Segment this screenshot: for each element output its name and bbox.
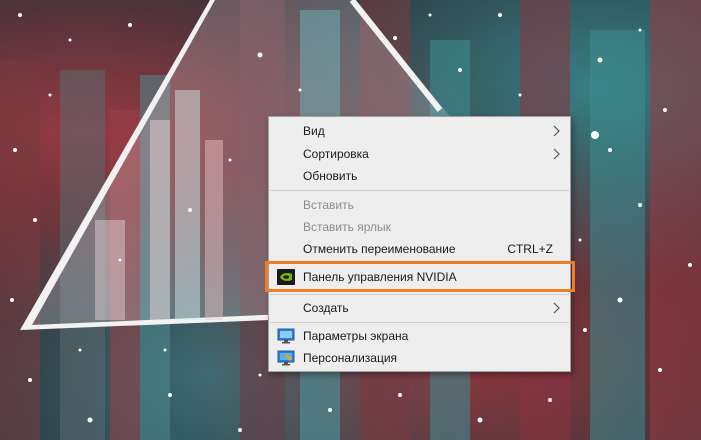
menu-item-display-settings[interactable]: Параметры экрана xyxy=(269,325,570,347)
menu-item-label: Вид xyxy=(303,124,325,138)
menu-item-label: Сортировка xyxy=(303,147,369,161)
menu-item-paste: Вставить xyxy=(269,194,570,216)
menu-item-shortcut: CTRL+Z xyxy=(507,242,553,256)
display-settings-icon xyxy=(277,328,295,344)
highlight-box xyxy=(265,261,575,292)
chevron-right-icon xyxy=(553,148,560,160)
personalization-icon xyxy=(277,350,295,366)
menu-item-new[interactable]: Создать xyxy=(269,297,570,319)
menu-item-refresh[interactable]: Обновить xyxy=(269,165,570,187)
menu-item-label: Персонализация xyxy=(303,351,398,365)
menu-separator xyxy=(270,190,569,191)
chevron-right-icon xyxy=(553,125,560,137)
menu-item-undo-rename[interactable]: Отменить переименование CTRL+Z xyxy=(269,238,570,260)
menu-item-label: Создать xyxy=(303,301,349,315)
menu-item-label: Вставить ярлык xyxy=(303,220,391,234)
menu-item-label: Параметры экрана xyxy=(303,329,409,343)
menu-item-sort[interactable]: Сортировка xyxy=(269,143,570,165)
menu-item-label: Обновить xyxy=(303,169,358,183)
menu-item-view[interactable]: Вид xyxy=(269,120,570,142)
menu-item-paste-shortcut: Вставить ярлык xyxy=(269,216,570,238)
menu-separator xyxy=(270,322,569,323)
desktop-context-menu: Вид Сортировка Обновить Вставить Вставит… xyxy=(268,116,571,372)
menu-item-label: Отменить переименование xyxy=(303,242,456,256)
menu-separator xyxy=(270,294,569,295)
menu-item-personalization[interactable]: Персонализация xyxy=(269,347,570,369)
menu-item-label: Вставить xyxy=(303,198,354,212)
chevron-right-icon xyxy=(553,302,560,314)
